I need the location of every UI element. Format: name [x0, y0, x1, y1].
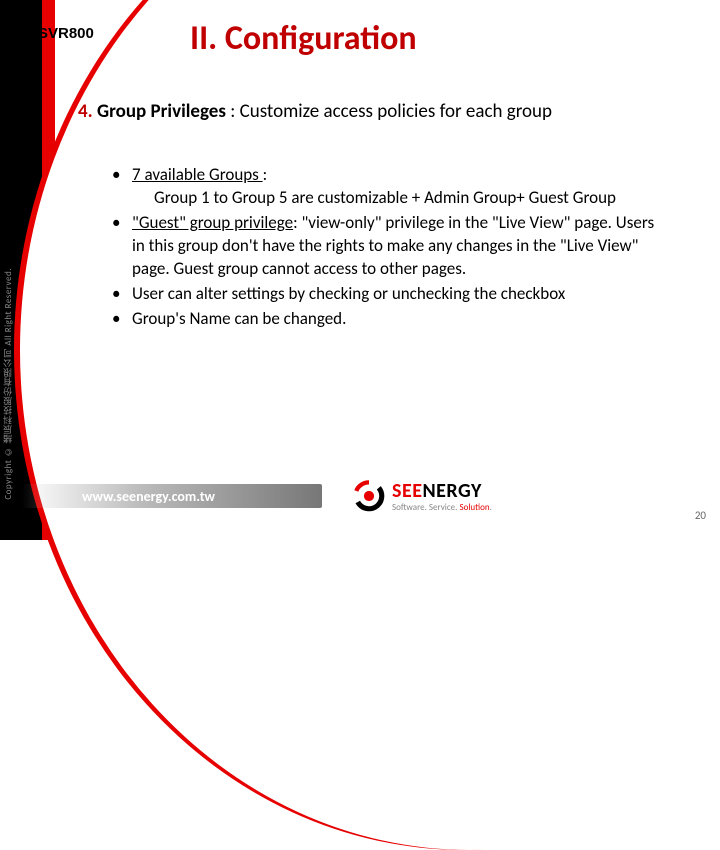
tagline-b: Solution [459, 502, 489, 513]
logo-part-b: NERGY [422, 479, 481, 503]
logo-part-a: SEE [392, 479, 422, 503]
list-item: Group's Name can be changed. [110, 308, 670, 331]
list-item: User can alter settings by checking or u… [110, 283, 670, 306]
tagline-a: Software. Service. [392, 502, 459, 513]
bullet-1-colon: : [263, 164, 268, 185]
copyright-text: Copyright © 緒辰科技股份有限公司 All Right Reserve… [2, 268, 15, 500]
section-label: Group Privileges [97, 100, 226, 123]
product-badge: SVR800 [38, 25, 94, 42]
bullet-list: 7 available Groups : Group 1 to Group 5 … [110, 164, 670, 333]
page-number: 20 [695, 509, 706, 522]
logo-text: SEENERGY Software. Service. Solution. [392, 481, 492, 512]
copyright-vertical: Copyright © 緒辰科技股份有限公司 All Right Reserve… [2, 0, 14, 540]
footer-bar: www.seenergy.com.tw SEENERGY Software. S… [22, 476, 720, 516]
section-heading: 4. Group Privileges : Customize access p… [78, 100, 552, 123]
footer-url: www.seenergy.com.tw [22, 484, 322, 508]
bullet-2-lead: "Guest" group privilege [132, 212, 293, 233]
section-desc: : Customize access policies for each gro… [230, 100, 552, 123]
bg-white-overlay [20, 0, 720, 850]
section-number: 4. [78, 100, 93, 123]
page-title: II. Configuration [190, 18, 417, 59]
brand-logo: SEENERGY Software. Service. Solution. [352, 479, 492, 513]
logo-tagline: Software. Service. Solution. [392, 503, 492, 512]
bullet-1-sub: Group 1 to Group 5 are customizable + Ad… [132, 187, 670, 210]
list-item: 7 available Groups : Group 1 to Group 5 … [110, 164, 670, 210]
logo-mark-icon [352, 479, 386, 513]
logo-wordmark: SEENERGY [392, 481, 492, 501]
bullet-1-lead: 7 available Groups [132, 164, 263, 185]
tagline-c: . [490, 502, 492, 513]
list-item: "Guest" group privilege: "view-only" pri… [110, 212, 670, 281]
